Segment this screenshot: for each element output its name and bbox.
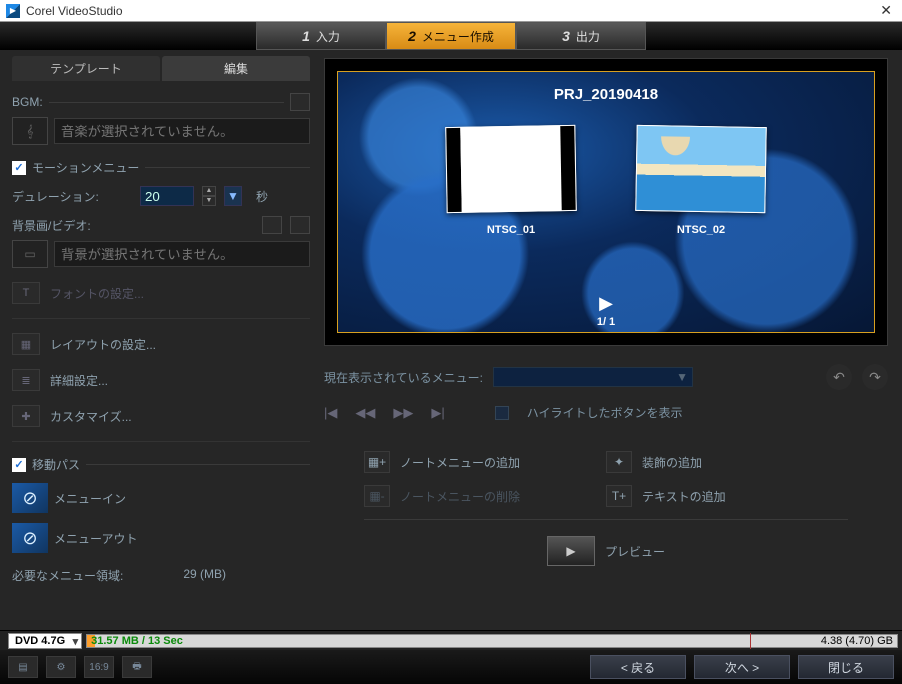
capacity-used-label: 31.57 MB / 13 Sec xyxy=(91,635,183,647)
close-button[interactable]: 閉じる xyxy=(798,655,894,679)
layout-icon: ▦ xyxy=(12,333,40,355)
step-3-output[interactable]: 3出力 xyxy=(516,22,646,50)
add-note-icon: ▦+ xyxy=(364,451,390,473)
next-button-footer[interactable]: 次へ > xyxy=(694,655,790,679)
required-area-label: 必要なメニュー領域: xyxy=(12,567,123,584)
delete-note-icon: ▦- xyxy=(364,485,390,507)
highlight-checkbox[interactable] xyxy=(495,406,509,420)
capacity-track: 31.57 MB / 13 Sec 4.38 (4.70) GB xyxy=(86,634,898,648)
customize-item[interactable]: ✚カスタマイズ... xyxy=(12,405,310,427)
monitor-icon[interactable]: ▭ xyxy=(12,240,48,268)
tab-edit[interactable]: 編集 xyxy=(162,56,310,81)
window-close-button[interactable]: ✕ xyxy=(876,2,896,19)
menu-out-label: メニューアウト xyxy=(54,530,138,547)
duration-dropdown[interactable]: ▼ xyxy=(224,186,242,206)
add-decoration-button[interactable]: ✦装飾の追加 xyxy=(606,451,848,473)
left-panel: テンプレート 編集 BGM: 𝄞 モーションメニュー デュレーション: ▲▼ ▼… xyxy=(0,50,320,630)
required-area-value: 29 (MB) xyxy=(183,567,226,584)
duration-label: デュレーション: xyxy=(12,188,132,205)
bgm-input[interactable] xyxy=(54,118,310,144)
menu-in-label: メニューイン xyxy=(54,490,126,507)
add-text-button[interactable]: T+テキストの追加 xyxy=(606,485,848,507)
redo-button[interactable]: ↷ xyxy=(862,364,888,390)
decoration-icon: ✦ xyxy=(606,451,632,473)
page-indicator: 1/ 1 xyxy=(597,316,615,328)
highlight-label: ハイライトしたボタンを表示 xyxy=(527,404,683,421)
undo-button[interactable]: ↶ xyxy=(826,364,852,390)
step-2-menu-create[interactable]: 2メニュー作成 xyxy=(386,22,516,50)
motion-path-checkbox[interactable] xyxy=(12,458,26,472)
music-icon[interactable]: 𝄞 xyxy=(12,117,48,145)
advanced-settings-item[interactable]: ≣詳細設定... xyxy=(12,369,310,391)
remote-icon: ▶ xyxy=(547,536,595,566)
first-button[interactable]: |◀ xyxy=(324,405,337,421)
step-1-input[interactable]: 1入力 xyxy=(256,22,386,50)
menu-in-none-icon[interactable]: ⊘ xyxy=(12,483,48,513)
window-title: Corel VideoStudio xyxy=(26,4,876,18)
preferences-icon[interactable]: ⚙ xyxy=(46,656,76,678)
bg-fit-button[interactable] xyxy=(262,216,282,234)
app-logo-icon xyxy=(6,4,20,18)
bottom-bar: ▤ ⚙ 16:9 🖶 < 戻る 次へ > 閉じる xyxy=(0,650,902,684)
duration-input[interactable] xyxy=(140,186,194,206)
bgm-options-button[interactable] xyxy=(290,93,310,111)
add-text-icon: T+ xyxy=(606,485,632,507)
project-settings-icon[interactable]: ▤ xyxy=(8,656,38,678)
main-area: テンプレート 編集 BGM: 𝄞 モーションメニュー デュレーション: ▲▼ ▼… xyxy=(0,50,902,630)
aspect-ratio-button[interactable]: 16:9 xyxy=(84,656,114,678)
text-icon: T xyxy=(12,282,40,304)
layout-settings-item[interactable]: ▦レイアウトの設定... xyxy=(12,333,310,355)
last-button[interactable]: ▶| xyxy=(431,405,444,421)
current-menu-dropdown[interactable]: ▼ xyxy=(493,367,693,387)
gear-plus-icon: ✚ xyxy=(12,405,40,427)
menu-thumb-2[interactable]: NTSC_02 xyxy=(636,126,766,236)
capacity-limit-tick xyxy=(750,633,751,649)
menu-preview: PRJ_20190418 NTSC_01 NTSC_02 ▶ 1/ 1 xyxy=(324,58,888,346)
menu-thumb-1[interactable]: NTSC_01 xyxy=(446,126,576,236)
bgm-label: BGM: xyxy=(12,93,310,111)
preview-button[interactable]: プレビュー xyxy=(605,543,665,560)
back-button[interactable]: < 戻る xyxy=(590,655,686,679)
current-menu-label: 現在表示されているメニュー: xyxy=(324,369,483,386)
menu-out-none-icon[interactable]: ⊘ xyxy=(12,523,48,553)
title-bar: Corel VideoStudio ✕ xyxy=(0,0,902,22)
menu-canvas[interactable]: PRJ_20190418 NTSC_01 NTSC_02 ▶ 1/ 1 xyxy=(337,71,875,333)
duration-up[interactable]: ▲ xyxy=(202,186,216,196)
background-input[interactable] xyxy=(54,241,310,267)
capacity-bar: DVD 4.7G 31.57 MB / 13 Sec 4.38 (4.70) G… xyxy=(0,630,902,650)
motion-path-label: 移動パス xyxy=(32,456,80,473)
play-icon[interactable]: ▶ xyxy=(599,293,613,314)
motion-menu-label: モーションメニュー xyxy=(32,159,139,176)
right-panel: PRJ_20190418 NTSC_01 NTSC_02 ▶ 1/ 1 現在表 xyxy=(320,50,902,630)
motion-menu-checkbox[interactable] xyxy=(12,161,26,175)
capacity-total-label: 4.38 (4.70) GB xyxy=(821,635,893,647)
print-icon[interactable]: 🖶 xyxy=(122,656,152,678)
duration-down[interactable]: ▼ xyxy=(202,196,216,206)
background-label: 背景画/ビデオ: xyxy=(12,217,132,234)
delete-note-menu-button[interactable]: ▦-ノートメニューの削除 xyxy=(364,485,606,507)
list-icon: ≣ xyxy=(12,369,40,391)
tab-template[interactable]: テンプレート xyxy=(12,56,160,81)
wizard-stepper: 1入力 2メニュー作成 3出力 xyxy=(0,22,902,50)
seconds-label: 秒 xyxy=(256,188,268,205)
disc-type-select[interactable]: DVD 4.7G xyxy=(8,633,82,649)
next-button[interactable]: ▶▶ xyxy=(393,405,413,421)
prev-button[interactable]: ◀◀ xyxy=(355,405,375,421)
font-settings-item[interactable]: Tフォントの設定... xyxy=(12,282,310,304)
add-note-menu-button[interactable]: ▦+ノートメニューの追加 xyxy=(364,451,606,473)
bg-options-button[interactable] xyxy=(290,216,310,234)
project-title[interactable]: PRJ_20190418 xyxy=(338,86,874,103)
